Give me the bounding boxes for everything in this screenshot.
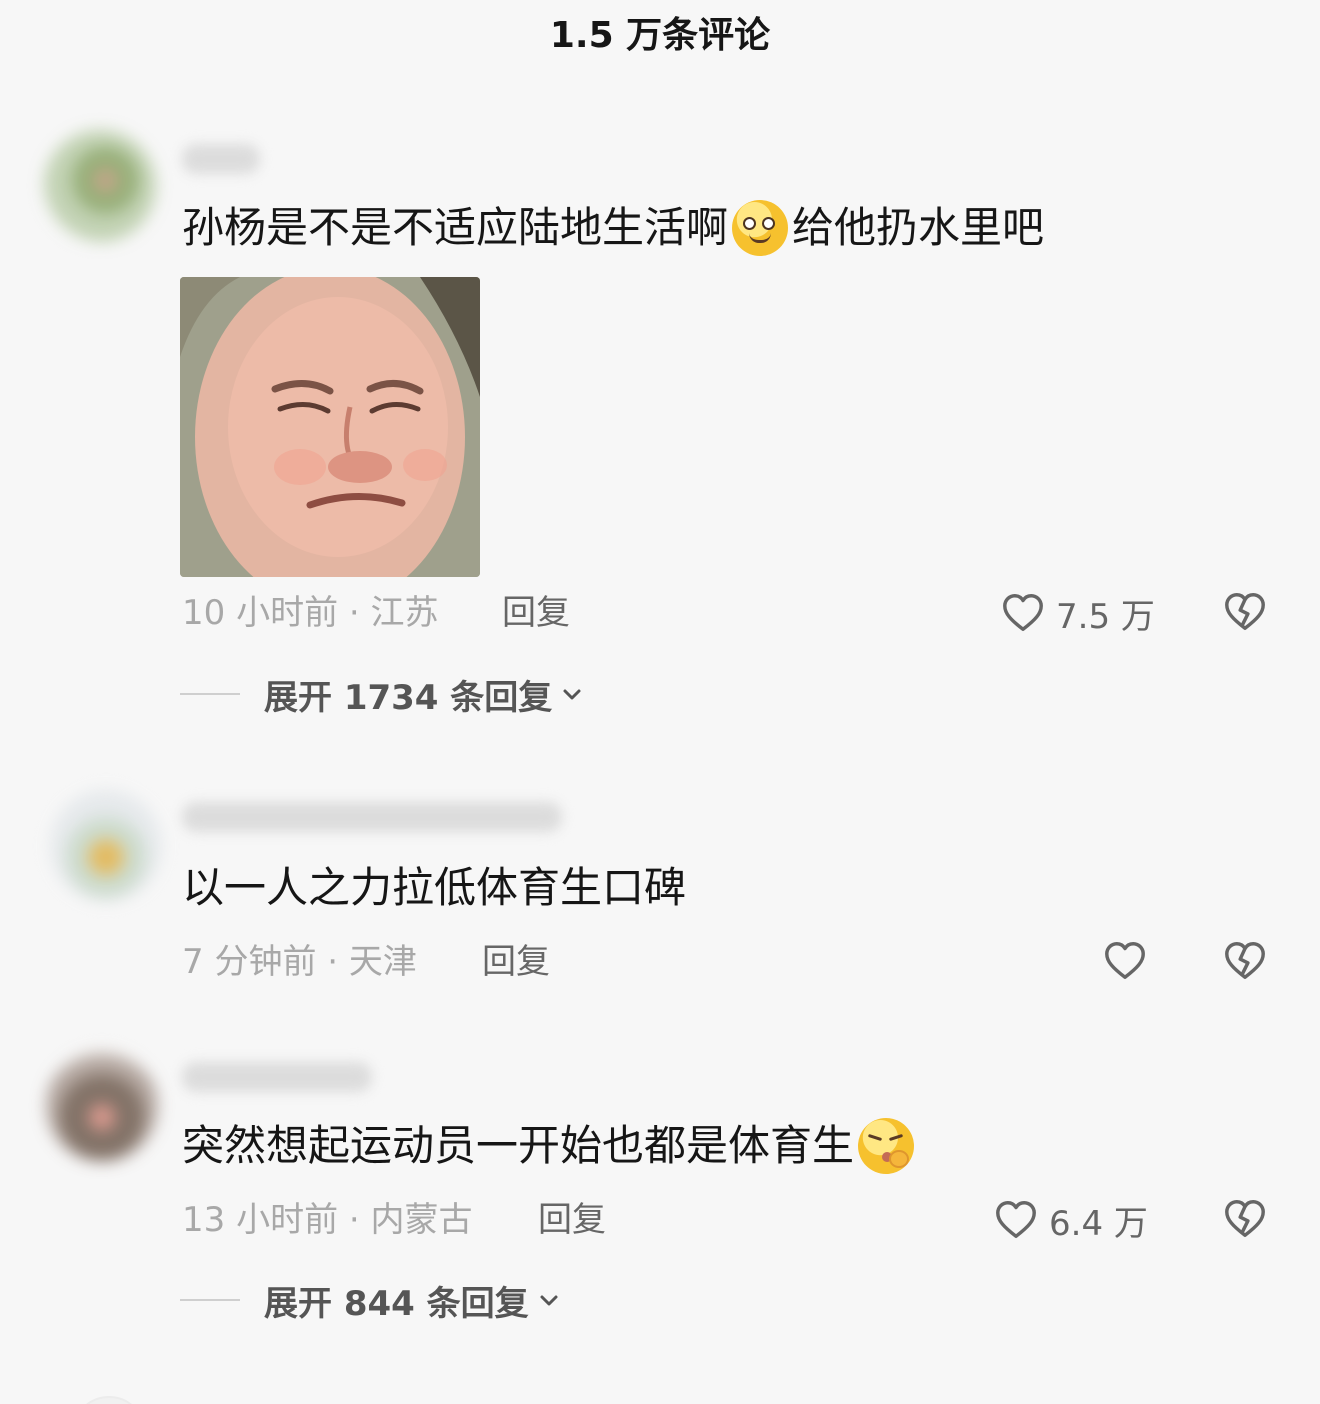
like-button[interactable]: 7.5 万	[1000, 587, 1155, 639]
divider-line	[180, 693, 240, 695]
expand-replies-label: 展开 1734 条回复	[264, 677, 553, 718]
reply-button[interactable]: 回复	[538, 1196, 606, 1244]
comment-time-location: 7 分钟前 · 天津	[182, 942, 417, 982]
comment-text-part: 孙杨是不是不适应陆地生活啊	[182, 203, 729, 252]
broken-heart-outline-icon	[1225, 1200, 1265, 1238]
comment-time-location: 10 小时前 · 江苏	[182, 593, 439, 633]
expand-replies-button[interactable]: 展开 844 条回复	[180, 1276, 561, 1324]
comment-text: 以一人之力拉低体育生口碑	[182, 860, 686, 916]
comment-text-part: 以一人之力拉低体育生口碑	[182, 863, 687, 912]
comment-count-title: 1.5 万条评论	[549, 15, 771, 56]
comments-panel: 1.5 万条评论 孙杨是不是不适应陆地生活啊 给他扔水里吧 10 小时前 · 江…	[0, 0, 1320, 1404]
comment-text: 孙杨是不是不适应陆地生活啊 给他扔水里吧	[182, 200, 1044, 256]
avatar[interactable]	[44, 130, 156, 242]
grimacing-face-photo-icon	[180, 277, 480, 577]
comment-text: 突然想起运动员一开始也都是体育生	[182, 1118, 918, 1174]
divider-line	[180, 1299, 240, 1301]
reply-button[interactable]: 回复	[482, 938, 550, 986]
avatar[interactable]	[50, 790, 162, 902]
username-blurred[interactable]	[182, 1062, 372, 1092]
comment-text-part: 给他扔水里吧	[792, 203, 1045, 252]
dislike-button[interactable]	[1222, 938, 1268, 984]
broken-heart-outline-icon	[1225, 942, 1265, 980]
expand-replies-label: 展开 844 条回复	[264, 1283, 529, 1324]
dislike-button[interactable]	[1222, 589, 1268, 635]
dizzy-eyes-emoji-icon	[732, 200, 789, 256]
username-blurred[interactable]	[182, 144, 260, 174]
heart-outline-icon	[996, 1201, 1036, 1239]
like-button[interactable]: 6.4 万	[993, 1194, 1148, 1246]
broken-heart-outline-icon	[1225, 593, 1265, 631]
comment-time-location: 13 小时前 · 内蒙古	[182, 1200, 473, 1240]
chevron-down-icon	[540, 1295, 558, 1306]
comment-image[interactable]	[180, 277, 480, 577]
next-comment-avatar-peek	[72, 1396, 146, 1404]
heart-outline-icon	[1003, 594, 1043, 632]
avatar[interactable]	[46, 1050, 158, 1162]
like-count: 7.5 万	[1056, 596, 1155, 637]
dislike-button[interactable]	[1222, 1196, 1268, 1242]
like-count: 6.4 万	[1049, 1203, 1148, 1244]
like-button[interactable]	[1102, 935, 1158, 987]
shushing-pout-emoji-icon	[858, 1118, 915, 1174]
username-blurred[interactable]	[182, 802, 562, 832]
comment-text-part: 突然想起运动员一开始也都是体育生	[182, 1121, 855, 1170]
reply-button[interactable]: 回复	[502, 589, 570, 637]
heart-outline-icon	[1105, 942, 1145, 980]
expand-replies-button[interactable]: 展开 1734 条回复	[180, 670, 584, 718]
chevron-down-icon	[563, 689, 581, 700]
